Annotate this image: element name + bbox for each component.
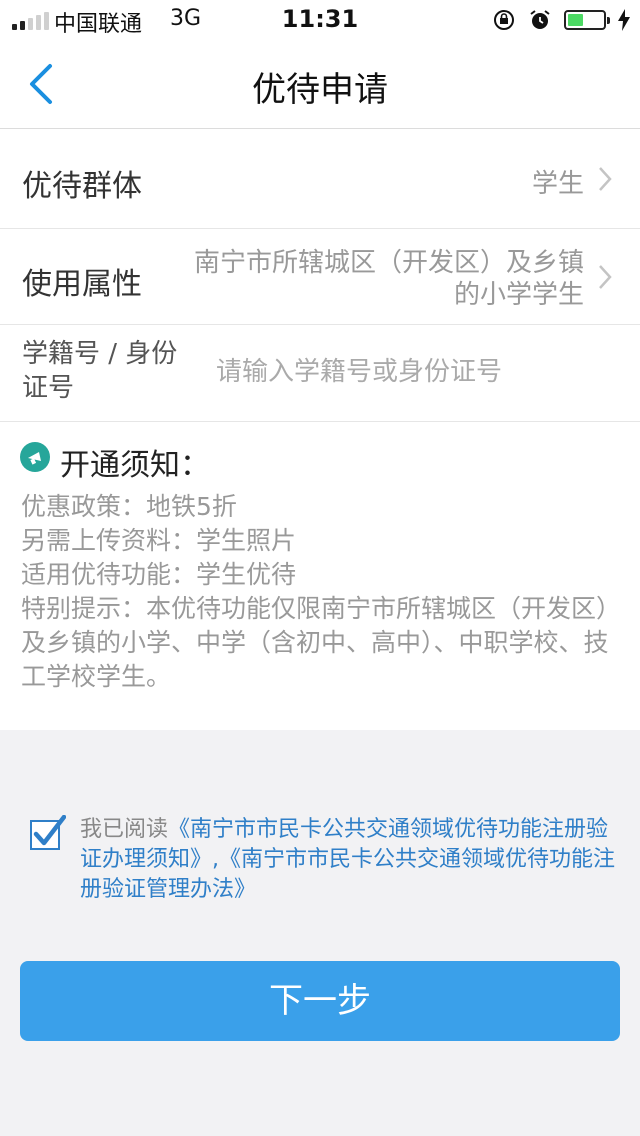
rotation-lock-icon [494, 10, 514, 30]
agreement-text: 我已阅读《南宁市市民卡公共交通领域优待功能注册验证办理须知》,《南宁市市民卡公共… [80, 815, 620, 905]
agreement-separator: , [212, 847, 220, 872]
notice-line: 优惠政策：地铁5折 [21, 492, 237, 521]
notice-line: 另需上传资料：学生照片 [21, 526, 297, 555]
chevron-right-icon [599, 167, 612, 191]
alarm-icon [530, 10, 550, 29]
status-icons [492, 8, 630, 32]
notice-title: 开通须知： [60, 448, 210, 483]
next-step-button[interactable]: 下一步 [20, 961, 620, 1041]
notice-line: 适用优待功能：学生优待 [21, 560, 297, 589]
nav-bar: 优待申请 [0, 40, 640, 129]
battery-level [568, 14, 584, 26]
notice-body: 优惠政策：地铁5折 另需上传资料：学生照片 适用优待功能：学生优待 特别提示：本… [21, 490, 621, 694]
attribute-label: 使用属性 [22, 267, 142, 302]
chevron-right-icon [599, 265, 612, 289]
notice-section: 开通须知： 优惠政策：地铁5折 另需上传资料：学生照片 适用优待功能：学生优待 … [0, 421, 640, 730]
megaphone-icon [20, 442, 50, 472]
attribute-value: 南宁市所辖城区（开发区）及乡镇的小学学生 [193, 248, 584, 310]
attribute-selector-row[interactable]: 使用属性 南宁市所辖城区（开发区）及乡镇的小学学生 [0, 229, 640, 325]
agreement-prefix: 我已阅读 [80, 817, 169, 842]
notice-line: 特别提示：本优待功能仅限南宁市所辖城区（开发区）及乡镇的小学、中学（含初中、高中… [21, 594, 622, 691]
charging-bolt-icon [618, 9, 630, 31]
id-number-row: 学籍号 / 身份证号 [0, 325, 640, 421]
group-value: 学生 [531, 169, 584, 199]
status-bar: 中国联通 3G 11:31 [0, 0, 640, 40]
page-title: 优待申请 [252, 70, 388, 110]
agreement-checkbox[interactable] [30, 815, 66, 851]
application-form: 优待群体 学生 使用属性 南宁市所辖城区（开发区）及乡镇的小学学生 学籍号 / … [0, 129, 640, 421]
group-label: 优待群体 [22, 169, 142, 204]
group-selector-row[interactable]: 优待群体 学生 [0, 129, 640, 229]
battery-icon [564, 10, 610, 30]
id-number-label: 学籍号 / 身份证号 [22, 339, 178, 403]
id-number-input[interactable] [216, 351, 616, 393]
